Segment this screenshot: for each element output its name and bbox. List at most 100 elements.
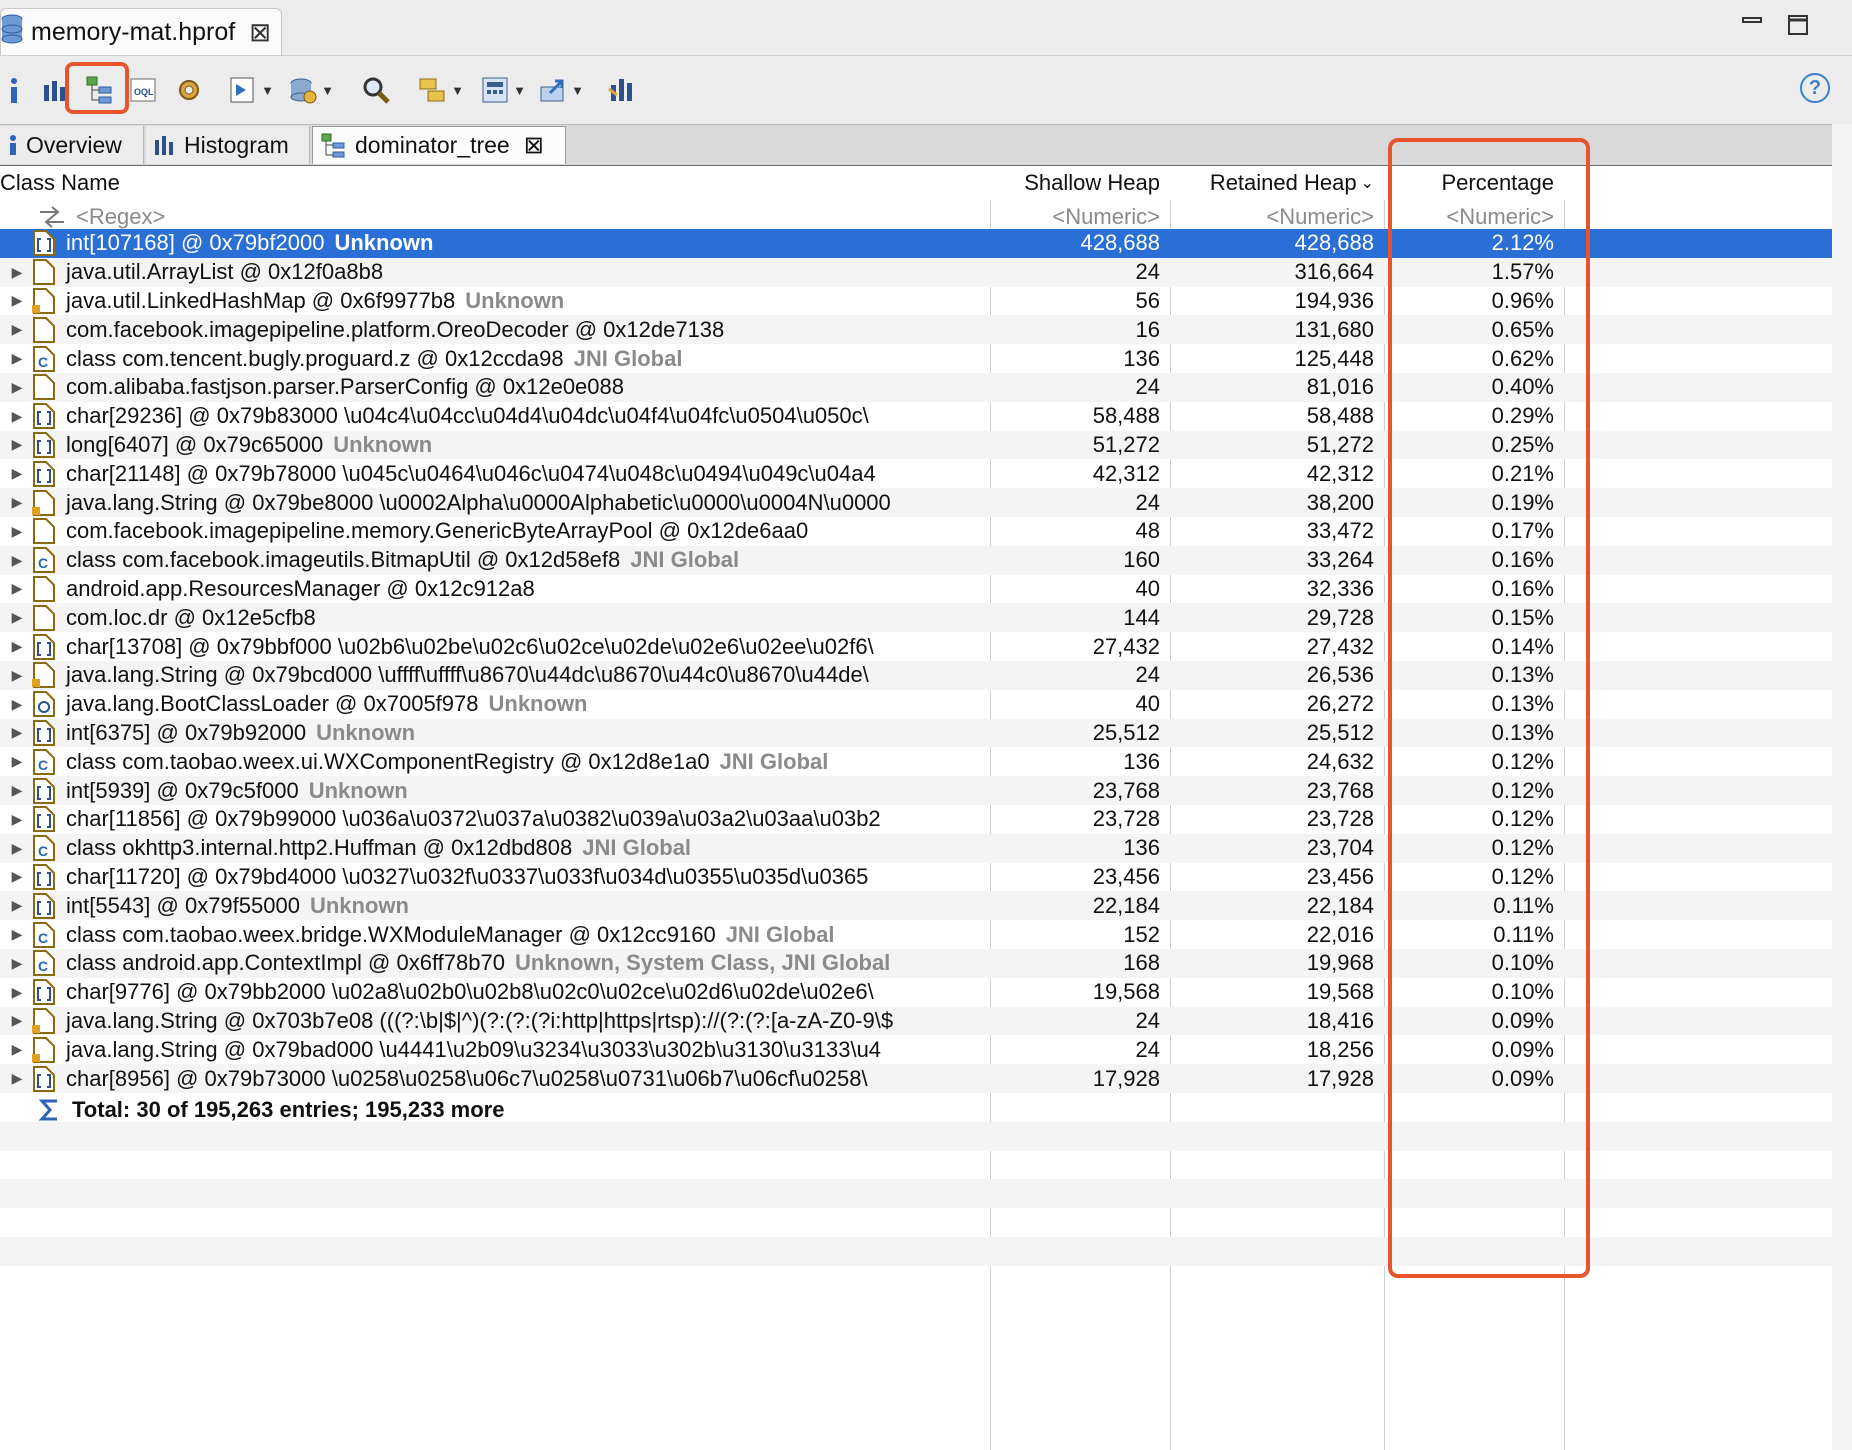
close-tab-icon[interactable]: ⊠ — [249, 17, 271, 48]
expand-arrow-icon[interactable]: ▶ — [6, 292, 28, 309]
expand-arrow-icon[interactable]: ▶ — [6, 753, 28, 770]
expand-arrow-icon[interactable]: ▶ — [6, 1041, 28, 1058]
expand-arrow-icon[interactable]: ▶ — [6, 897, 28, 914]
oql-icon[interactable]: OQL — [128, 66, 160, 114]
minimize-icon[interactable] — [1740, 12, 1766, 38]
array-icon — [32, 777, 56, 805]
cell-retained-heap: 125,448 — [1294, 345, 1374, 371]
expand-arrow-icon[interactable]: ▶ — [6, 408, 28, 425]
cell-class-name: ▶ char[9776] @ 0x79bb2000 \u02a8\u02b0\u0… — [0, 978, 988, 1007]
cell-retained-heap: 32,336 — [1306, 575, 1374, 601]
cell-shallow-heap: 23,456 — [1092, 863, 1160, 889]
cell-shallow-heap: 136 — [1123, 345, 1160, 371]
expand-arrow-icon[interactable]: ▶ — [6, 580, 28, 597]
class-name-text: java.lang.String @ 0x79bad000 \u4441\u2b… — [66, 1036, 882, 1062]
histogram-icon — [154, 134, 176, 156]
expand-arrow-icon[interactable]: ▶ — [6, 724, 28, 741]
class-name-text: class com.tencent.bugly.proguard.z @ 0x1… — [66, 345, 564, 371]
expand-arrow-icon[interactable]: ▶ — [6, 321, 28, 338]
class-name-text: long[6407] @ 0x79c65000 — [66, 431, 324, 457]
help-icon[interactable]: ? — [1800, 73, 1830, 103]
cell-retained-heap: 194,936 — [1294, 287, 1374, 313]
cell-class-name: ▶ com.facebook.imagepipeline.platform.Ore… — [0, 315, 988, 344]
expand-arrow-icon[interactable]: ▶ — [6, 955, 28, 972]
cell-shallow-heap: 144 — [1123, 604, 1160, 630]
expand-arrow-icon[interactable]: ▶ — [6, 926, 28, 943]
expand-arrow-icon[interactable]: ▶ — [6, 436, 28, 453]
cell-retained-heap: 38,200 — [1306, 489, 1374, 515]
expand-arrow-icon[interactable]: ▶ — [6, 465, 28, 482]
expand-arrow-icon[interactable]: ▶ — [6, 667, 28, 684]
close-tab-icon[interactable]: ⊠ — [524, 131, 544, 160]
header-class-name[interactable]: Class Name — [0, 166, 988, 200]
array-icon — [32, 229, 56, 257]
expand-arrow-icon[interactable]: ▶ — [6, 264, 28, 281]
class-name-text: char[11856] @ 0x79b99000 \u036a\u0372\u0… — [66, 806, 881, 832]
svg-text:C: C — [38, 354, 48, 370]
expand-arrow-icon[interactable]: ▶ — [6, 494, 28, 511]
class-name-text: java.lang.String @ 0x79bcd000 \uffff\uff… — [66, 662, 869, 688]
cell-class-name: ▶ char[11720] @ 0x79bd4000 \u0327\u032f\u… — [0, 863, 988, 892]
cell-class-name: ▶ com.loc.dr @ 0x12e5cfb8 — [0, 603, 988, 632]
maximize-icon[interactable] — [1786, 12, 1812, 38]
array-icon — [32, 633, 56, 661]
run-report-icon[interactable]: ▼ — [226, 66, 276, 114]
object-gc-icon — [32, 489, 56, 517]
tab-dominator-tree[interactable]: dominator_tree ⊠ — [312, 126, 566, 164]
cell-retained-heap: 58,488 — [1306, 403, 1374, 429]
class-name-text: class com.taobao.weex.bridge.WXModuleMan… — [66, 921, 716, 947]
expand-arrow-icon[interactable]: ▶ — [6, 350, 28, 367]
class-name-text: int[5543] @ 0x79f55000 — [66, 892, 300, 918]
expand-arrow-icon[interactable]: ▶ — [6, 811, 28, 828]
expand-arrow-icon[interactable]: ▶ — [6, 1070, 28, 1087]
expand-arrow-icon[interactable]: ▶ — [6, 552, 28, 569]
cell-retained-heap: 131,680 — [1294, 316, 1374, 342]
gc-root-label: JNI Global — [630, 547, 740, 573]
class-name-text: class okhttp3.internal.http2.Huffman @ 0… — [66, 835, 573, 861]
header-shallow-heap[interactable]: Shallow Heap — [988, 166, 1168, 200]
object-gc-icon — [32, 1036, 56, 1064]
expand-arrow-icon[interactable]: ▶ — [6, 868, 28, 885]
cell-shallow-heap: 56 — [1135, 287, 1160, 313]
class-name-text: int[107168] @ 0x79bf2000 — [66, 230, 325, 256]
expand-arrow-icon[interactable]: ▶ — [6, 782, 28, 799]
cell-class-name: int[107168] @ 0x79bf2000 Unknown — [0, 229, 988, 258]
expand-arrow-icon[interactable]: ▶ — [6, 523, 28, 540]
expand-arrow-icon[interactable]: ▶ — [6, 379, 28, 396]
header-retained-heap[interactable]: Retained Heap ⌄ — [1168, 166, 1382, 200]
cell-retained-heap: 22,016 — [1306, 921, 1374, 947]
class-icon: C — [32, 345, 56, 373]
class-name-text: android.app.ResourcesManager @ 0x12c912a… — [66, 575, 535, 601]
expand-arrow-icon[interactable]: ▶ — [6, 696, 28, 713]
expand-arrow-icon[interactable]: ▶ — [6, 609, 28, 626]
cell-shallow-heap: 51,272 — [1092, 431, 1160, 457]
group-icon[interactable]: ▼ — [416, 66, 466, 114]
file-tab[interactable]: memory-mat.hprof ⊠ — [0, 8, 282, 55]
tab-overview[interactable]: Overview — [0, 126, 144, 164]
gear-icon[interactable] — [172, 66, 206, 114]
expand-arrow-icon[interactable]: ▶ — [6, 840, 28, 857]
cell-class-name: ▶ java.lang.BootClassLoader @ 0x7005f978 U… — [0, 690, 988, 719]
class-name-text: java.lang.String @ 0x79be8000 \u0002Alph… — [66, 489, 891, 515]
export-icon[interactable]: ▼ — [536, 66, 586, 114]
header-retained-heap-label: Retained Heap — [1209, 170, 1357, 195]
heap-dump-icon[interactable]: ▼ — [286, 66, 336, 114]
info-icon[interactable] — [4, 66, 24, 114]
svg-text:C: C — [38, 757, 48, 773]
search-icon[interactable] — [358, 66, 394, 114]
gc-root-label: Unknown — [316, 719, 416, 745]
cell-retained-heap: 18,416 — [1306, 1007, 1374, 1033]
expand-arrow-icon[interactable]: ▶ — [6, 984, 28, 1001]
gc-root-label: JNI Global — [725, 921, 835, 947]
cell-retained-heap: 33,264 — [1306, 547, 1374, 573]
tab-histogram[interactable]: Histogram — [146, 126, 310, 164]
expand-arrow-icon[interactable]: ▶ — [6, 638, 28, 655]
chart-icon[interactable] — [604, 66, 640, 114]
class-name-text: char[8956] @ 0x79b73000 \u0258\u0258\u06… — [66, 1065, 868, 1091]
calculator-icon[interactable]: ▼ — [478, 66, 528, 114]
expand-arrow-icon[interactable]: ▶ — [6, 1012, 28, 1029]
regex-filter-icon — [38, 204, 66, 230]
cell-class-name: ▶ char[11856] @ 0x79b99000 \u036a\u0372\u… — [0, 805, 988, 834]
cell-shallow-heap: 24 — [1135, 1007, 1160, 1033]
svg-text:C: C — [38, 843, 48, 859]
